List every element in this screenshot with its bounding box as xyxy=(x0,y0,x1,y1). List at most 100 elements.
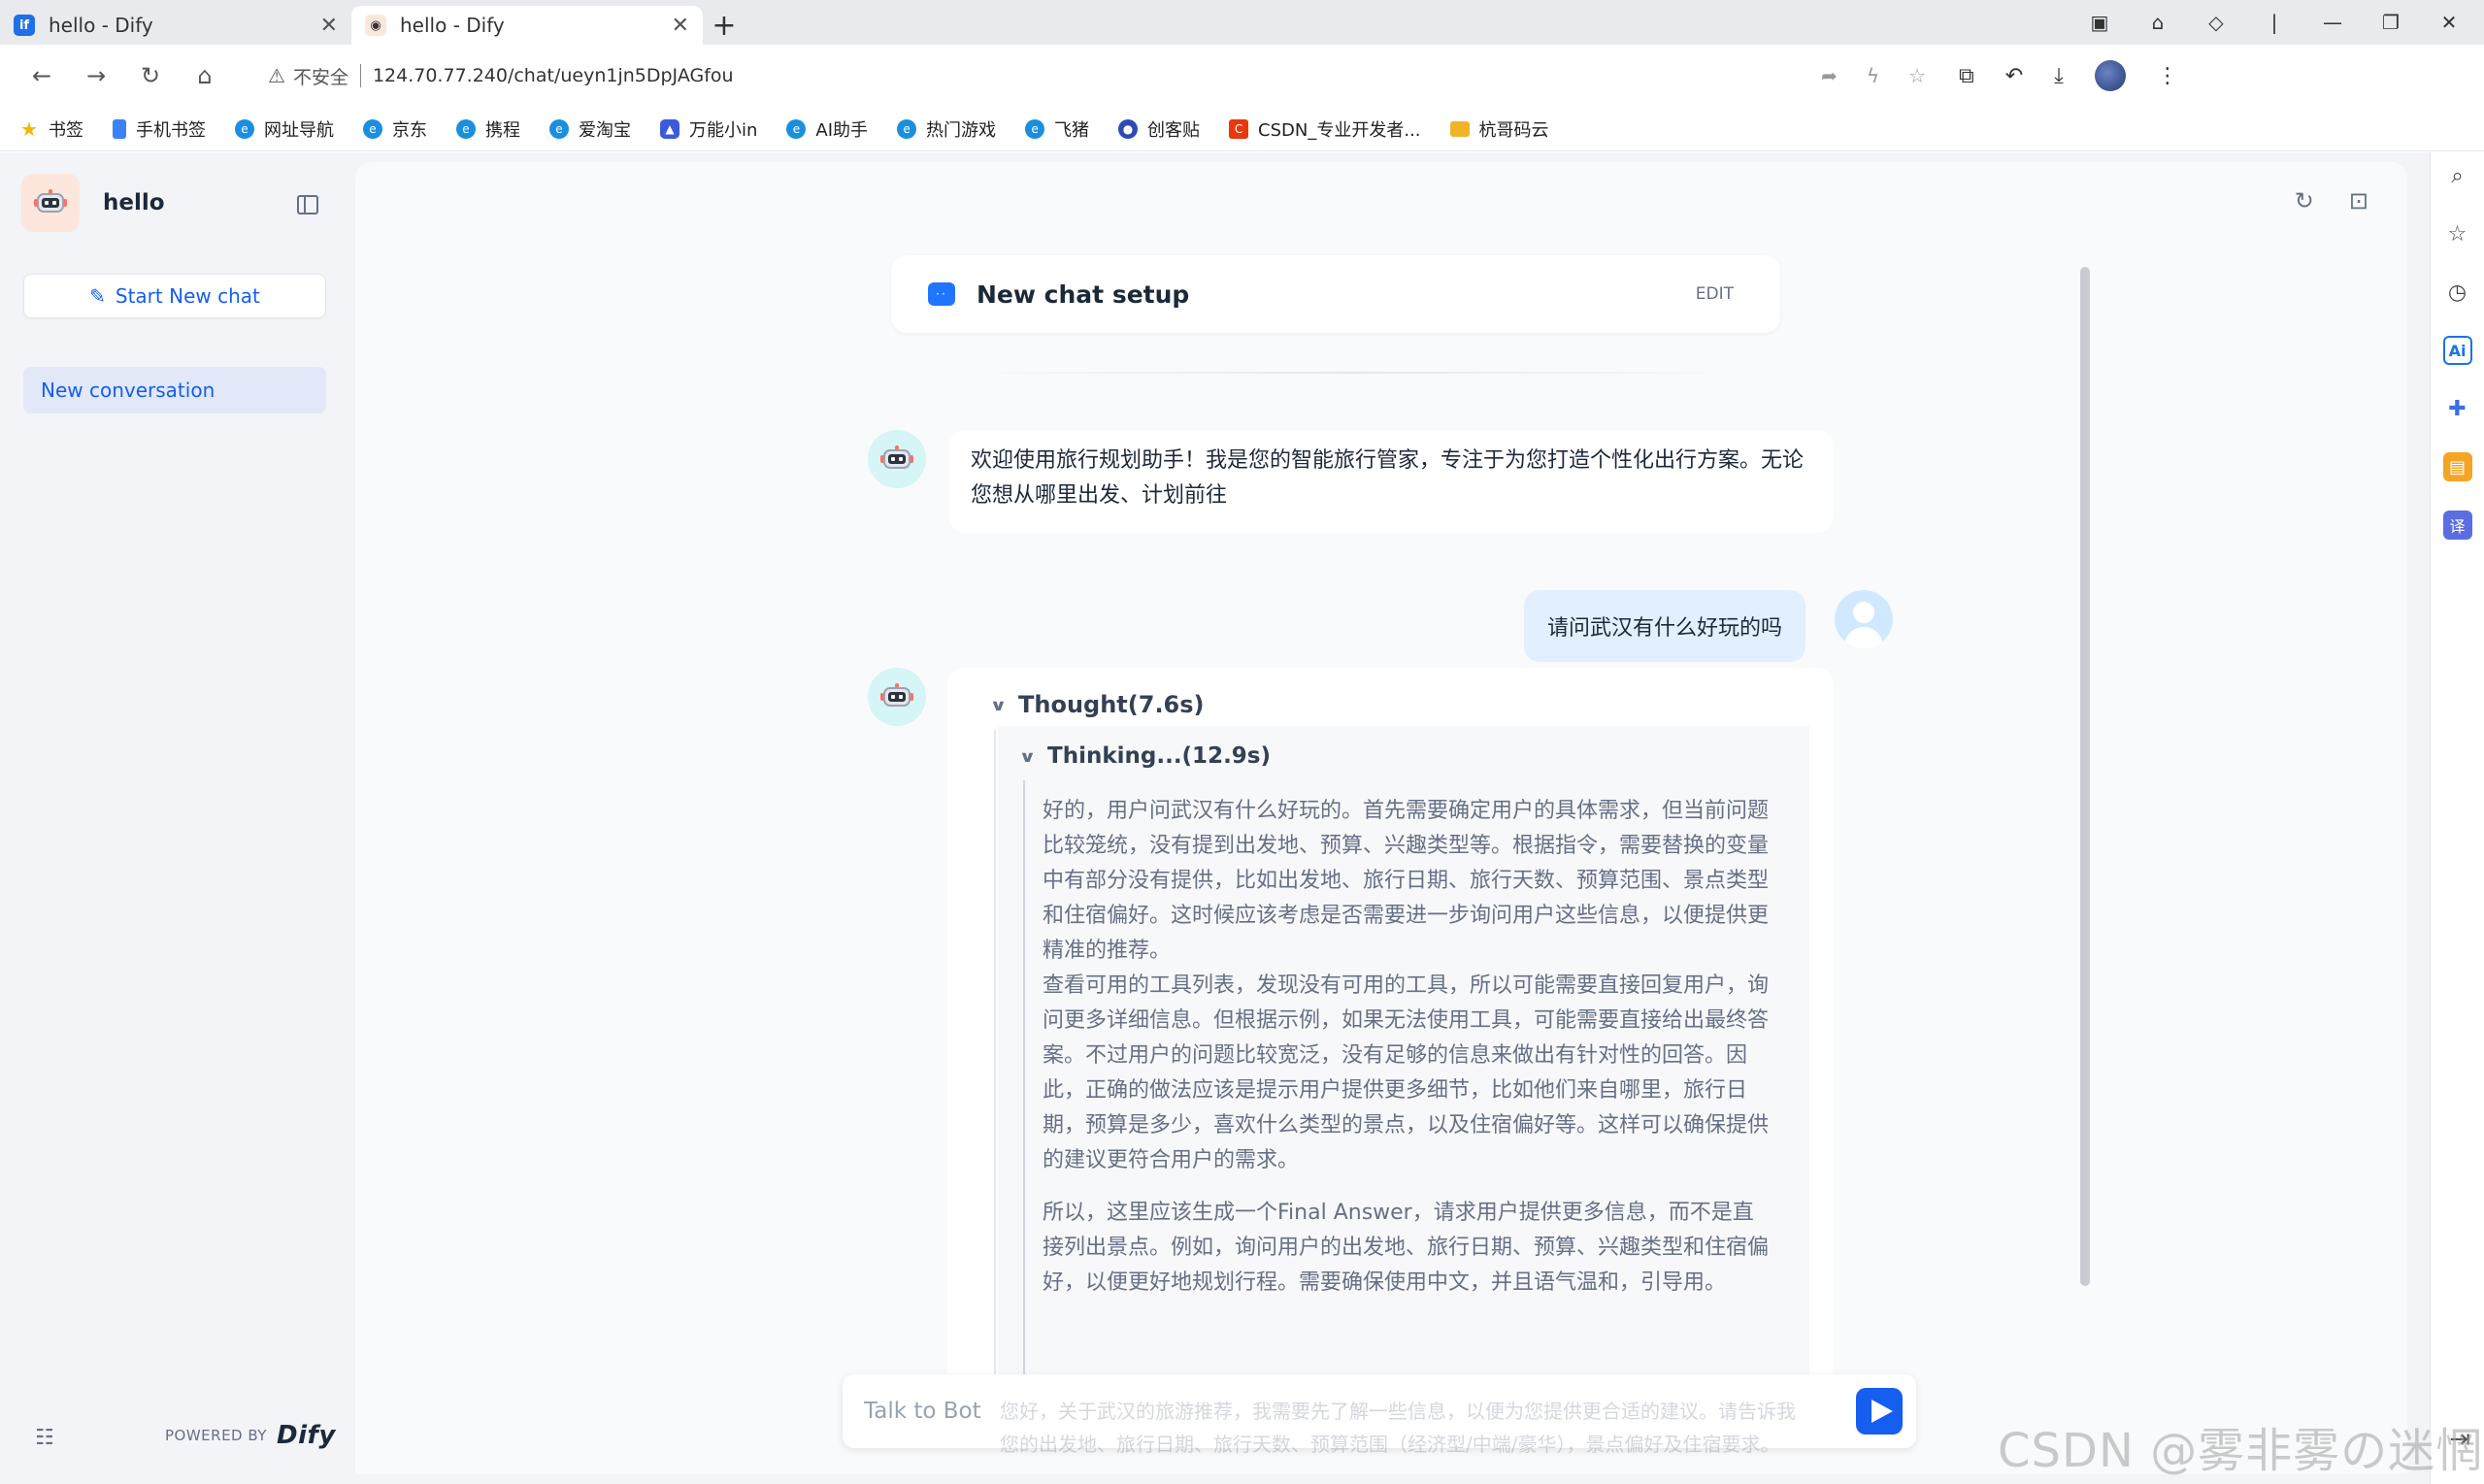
bolt-icon[interactable]: ϟ xyxy=(1867,64,1879,87)
restore-icon[interactable]: ❐ xyxy=(2379,11,2402,34)
bookmark-label: 杭哥码云 xyxy=(1478,119,1549,141)
bookmark-label: CSDN_专业开发者... xyxy=(1258,119,1421,141)
url-text[interactable]: 124.70.77.240/chat/ueyn1jn5DpJAGfou xyxy=(373,65,734,86)
thought-label: Thought(7.6s) xyxy=(1018,691,1205,718)
bookmark-item[interactable]: e 京东 xyxy=(363,116,427,142)
bookmark-item[interactable]: ★ 书签 xyxy=(19,116,83,142)
bookmark-item[interactable]: e 携程 xyxy=(456,116,520,142)
bookmark-item[interactable]: 杭哥码云 xyxy=(1449,116,1549,142)
address-bar: ← → ↻ ⌂ ⚠ 不安全 124.70.77.240/chat/ueyn1jn… xyxy=(0,45,2484,107)
more-menu-icon[interactable]: ⋮ xyxy=(2157,64,2178,88)
tab-actions-icon[interactable]: ▣ xyxy=(2088,11,2111,34)
start-new-chat-button[interactable]: ✎ Start New chat xyxy=(23,274,326,318)
new-tab-button[interactable]: + xyxy=(703,6,745,45)
bookmark-item[interactable]: C CSDN_专业开发者... xyxy=(1229,116,1421,142)
close-tab-icon[interactable]: ✕ xyxy=(320,14,338,38)
bookmark-label: 书签 xyxy=(49,119,83,141)
send-icon xyxy=(1871,1400,1893,1423)
bookmark-item[interactable]: e AI助手 xyxy=(786,116,868,142)
sidebar-collapse-icon[interactable] xyxy=(297,195,318,214)
close-window-icon[interactable]: ✕ xyxy=(2437,11,2461,34)
favorites-star-icon[interactable]: ☆ xyxy=(2443,219,2472,248)
user-avatar xyxy=(1835,590,1893,648)
workspaces-icon[interactable]: ⌂ xyxy=(2146,11,2169,34)
undo-icon[interactable]: ↶ xyxy=(2005,64,2023,88)
download-icon[interactable]: ⤓ xyxy=(2054,64,2064,88)
setup-edit-button[interactable]: EDIT xyxy=(1696,284,1734,304)
e-icon: e xyxy=(235,118,254,139)
minimize-icon[interactable]: — xyxy=(2321,11,2344,34)
conversation-item[interactable]: New conversation xyxy=(23,367,326,413)
browser-tab-1[interactable]: if hello - Dify ✕ xyxy=(0,6,351,45)
chat-scrollbar[interactable] xyxy=(2080,267,2090,1286)
bookmark-item[interactable]: e 热门游戏 xyxy=(897,116,996,142)
thinking-toggle[interactable]: ∨ Thinking...(12.9s) xyxy=(1018,743,1272,769)
browser-tab-2[interactable]: ◉ hello - Dify ✕ xyxy=(351,6,703,45)
send-button[interactable] xyxy=(1856,1388,1903,1435)
home-icon[interactable]: ⌂ xyxy=(182,62,227,89)
extensions-icon[interactable]: ◇ xyxy=(2204,11,2228,34)
divider xyxy=(949,372,1755,374)
search-icon[interactable]: ⌕ xyxy=(2443,161,2472,190)
window-controls: ▣ ⌂ ◇ | — ❐ ✕ xyxy=(2088,0,2484,45)
reload-icon[interactable]: ↻ xyxy=(128,62,173,89)
e-icon: e xyxy=(786,118,807,139)
settings-sliders-icon[interactable]: ☷ xyxy=(35,1426,54,1450)
bookmark-label: 京东 xyxy=(392,119,427,141)
bookmark-label: 爱淘宝 xyxy=(579,119,631,141)
warning-icon: ⚠ xyxy=(268,64,285,87)
history-clock-icon[interactable]: ◷ xyxy=(2443,278,2472,307)
thinking-label: Thinking...(12.9s) xyxy=(1047,743,1272,769)
bookmark-label: 飞猪 xyxy=(1054,119,1090,141)
csdn-watermark: CSDN @雾非雾の迷惘 xyxy=(1998,1424,2484,1478)
robot-favicon-icon: ◉ xyxy=(365,15,386,36)
translate-icon[interactable]: 译 xyxy=(2442,511,2472,540)
gamepad-icon[interactable]: ✚ xyxy=(2443,394,2472,423)
powered-by-label: POWERED BY xyxy=(165,1427,268,1444)
bot-avatar xyxy=(868,430,926,488)
bookmark-item[interactable]: ● 创客贴 xyxy=(1118,116,1200,142)
app-brand: hello xyxy=(21,174,165,232)
e-icon: e xyxy=(363,118,382,139)
bookmark-item[interactable]: 手机书签 xyxy=(113,116,206,142)
robot-logo-icon xyxy=(21,174,80,232)
bookmark-label: 网址导航 xyxy=(264,119,334,141)
close-tab-icon[interactable]: ✕ xyxy=(672,14,689,38)
chat-bubble-icon: ·· xyxy=(928,282,955,306)
bookmark-item[interactable]: e 爱淘宝 xyxy=(549,116,631,142)
folder-icon xyxy=(1449,120,1470,137)
chevron-down-icon: ∨ xyxy=(1018,746,1037,766)
bookmark-item[interactable]: e 网址导航 xyxy=(235,116,334,142)
app-icon: ▲ xyxy=(660,118,679,139)
favorite-star-icon[interactable]: ☆ xyxy=(1908,64,1926,87)
omnibox[interactable]: ⚠ 不安全 124.70.77.240/chat/ueyn1jn5DpJAGfo… xyxy=(256,54,1936,97)
extension-puzzle-icon[interactable]: ⧉ xyxy=(1959,64,1974,88)
bookmark-item[interactable]: e 飞猪 xyxy=(1025,116,1089,142)
chevron-down-icon: ∨ xyxy=(989,695,1008,714)
e-icon: e xyxy=(549,118,569,139)
profile-avatar[interactable] xyxy=(2094,60,2126,91)
share-icon[interactable]: ➦ xyxy=(1821,64,1838,87)
forward-icon[interactable]: → xyxy=(74,62,118,89)
dify-app: hello ✎ Start New chat New conversation … xyxy=(0,152,2430,1484)
briefcase-icon[interactable]: ▤ xyxy=(2442,452,2472,481)
thinking-indent-bar xyxy=(1023,780,1025,1405)
back-icon[interactable]: ← xyxy=(19,62,64,89)
chat-header-actions: ↻ ⊡ xyxy=(2295,187,2368,214)
thought-toggle[interactable]: ∨ Thought(7.6s) xyxy=(989,691,1205,718)
conversation-label: New conversation xyxy=(41,379,215,402)
chat-history-icon[interactable]: ⊡ xyxy=(2349,187,2368,214)
e-icon: e xyxy=(897,118,917,139)
refresh-icon[interactable]: ↻ xyxy=(2295,187,2314,214)
chat-main: ↻ ⊡ ·· New chat setup EDIT 欢迎使用旅行规划助手！我是… xyxy=(355,162,2407,1474)
ai-icon[interactable]: Ai xyxy=(2442,336,2472,365)
user-message: 请问武汉有什么好玩的吗 xyxy=(1524,590,1806,662)
security-label: 不安全 xyxy=(292,66,348,88)
app-name: hello xyxy=(103,190,165,215)
sidebar: hello ✎ Start New chat New conversation … xyxy=(0,152,354,1484)
dify-logo: Dify xyxy=(277,1421,336,1450)
app-icon: ● xyxy=(1118,118,1139,139)
dify-favicon-icon: if xyxy=(14,15,35,36)
bookmark-item[interactable]: ▲ 万能小in xyxy=(660,116,757,142)
bookmark-icon xyxy=(113,118,126,139)
